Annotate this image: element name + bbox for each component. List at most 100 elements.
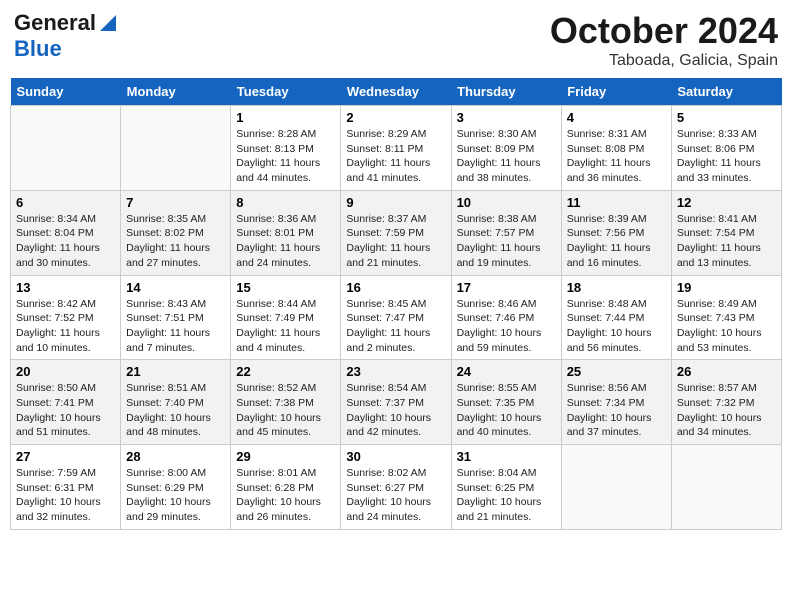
calendar-week-1: 1Sunrise: 8:28 AMSunset: 8:13 PMDaylight…: [11, 106, 782, 191]
calendar-cell: 23 Sunrise: 8:54 AMSunset: 7:37 PMDayligh…: [341, 360, 451, 445]
day-info: Sunrise: 8:01 AMSunset: 6:28 PMDaylight:…: [236, 466, 335, 525]
calendar-cell: 31 Sunrise: 8:04 AMSunset: 6:25 PMDayligh…: [451, 445, 561, 530]
day-info: Sunrise: 8:00 AMSunset: 6:29 PMDaylight:…: [126, 466, 225, 525]
title-block: October 2024 Taboada, Galicia, Spain: [550, 10, 778, 70]
calendar-header-row: SundayMondayTuesdayWednesdayThursdayFrid…: [11, 78, 782, 106]
day-info: Sunrise: 8:42 AMSunset: 7:52 PMDaylight:…: [16, 297, 115, 356]
calendar-cell: 18Sunrise: 8:48 AMSunset: 7:44 PMDayligh…: [561, 275, 671, 360]
day-number: 14: [126, 280, 225, 295]
calendar-body: 1Sunrise: 8:28 AMSunset: 8:13 PMDaylight…: [11, 106, 782, 530]
day-info: Sunrise: 8:04 AMSunset: 6:25 PMDaylight:…: [457, 466, 556, 525]
day-number: 21: [126, 364, 225, 379]
day-number: 6: [16, 195, 115, 210]
day-number: 12: [677, 195, 776, 210]
calendar-cell: 3 Sunrise: 8:30 AMSunset: 8:09 PMDaylight…: [451, 106, 561, 191]
day-info: Sunrise: 8:55 AMSunset: 7:35 PMDaylight:…: [457, 381, 556, 440]
calendar-week-5: 27 Sunrise: 7:59 AMSunset: 6:31 PMDayligh…: [11, 445, 782, 530]
day-number: 2: [346, 110, 445, 125]
day-number: 15: [236, 280, 335, 295]
day-number: 5: [677, 110, 776, 125]
calendar-cell: 2 Sunrise: 8:29 AMSunset: 8:11 PMDaylight…: [341, 106, 451, 191]
day-number: 22: [236, 364, 335, 379]
day-header-monday: Monday: [121, 78, 231, 106]
day-number: 27: [16, 449, 115, 464]
calendar-cell: 14 Sunrise: 8:43 AMSunset: 7:51 PMDayligh…: [121, 275, 231, 360]
day-number: 7: [126, 195, 225, 210]
day-info: Sunrise: 8:38 AMSunset: 7:57 PMDaylight:…: [457, 212, 556, 271]
day-number: 30: [346, 449, 445, 464]
calendar-cell: 25 Sunrise: 8:56 AMSunset: 7:34 PMDayligh…: [561, 360, 671, 445]
day-info: Sunrise: 8:33 AMSunset: 8:06 PMDaylight:…: [677, 127, 776, 186]
calendar-cell: 21Sunrise: 8:51 AMSunset: 7:40 PMDayligh…: [121, 360, 231, 445]
calendar-cell: 29 Sunrise: 8:01 AMSunset: 6:28 PMDayligh…: [231, 445, 341, 530]
calendar-cell: 22 Sunrise: 8:52 AMSunset: 7:38 PMDayligh…: [231, 360, 341, 445]
day-number: 8: [236, 195, 335, 210]
day-info: Sunrise: 8:50 AMSunset: 7:41 PMDaylight:…: [16, 381, 115, 440]
day-number: 16: [346, 280, 445, 295]
calendar-table: SundayMondayTuesdayWednesdayThursdayFrid…: [10, 78, 782, 530]
page-header: General Blue October 2024 Taboada, Galic…: [10, 10, 782, 70]
calendar-week-3: 13 Sunrise: 8:42 AMSunset: 7:52 PMDayligh…: [11, 275, 782, 360]
calendar-cell: 5 Sunrise: 8:33 AMSunset: 8:06 PMDaylight…: [671, 106, 781, 191]
day-number: 31: [457, 449, 556, 464]
day-info: Sunrise: 8:56 AMSunset: 7:34 PMDaylight:…: [567, 381, 666, 440]
day-info: Sunrise: 8:43 AMSunset: 7:51 PMDaylight:…: [126, 297, 225, 356]
day-number: 11: [567, 195, 666, 210]
day-info: Sunrise: 8:52 AMSunset: 7:38 PMDaylight:…: [236, 381, 335, 440]
day-number: 13: [16, 280, 115, 295]
day-number: 18: [567, 280, 666, 295]
calendar-cell: [561, 445, 671, 530]
day-number: 23: [346, 364, 445, 379]
calendar-cell: 4Sunrise: 8:31 AMSunset: 8:08 PMDaylight…: [561, 106, 671, 191]
day-number: 26: [677, 364, 776, 379]
day-info: Sunrise: 8:45 AMSunset: 7:47 PMDaylight:…: [346, 297, 445, 356]
calendar-cell: 8 Sunrise: 8:36 AMSunset: 8:01 PMDaylight…: [231, 190, 341, 275]
month-title: October 2024: [550, 10, 778, 52]
calendar-cell: 27 Sunrise: 7:59 AMSunset: 6:31 PMDayligh…: [11, 445, 121, 530]
day-info: Sunrise: 8:31 AMSunset: 8:08 PMDaylight:…: [567, 127, 666, 186]
day-info: Sunrise: 8:29 AMSunset: 8:11 PMDaylight:…: [346, 127, 445, 186]
logo: General Blue: [14, 10, 118, 62]
logo-arrow-icon: [98, 13, 118, 33]
day-number: 29: [236, 449, 335, 464]
calendar-cell: 26Sunrise: 8:57 AMSunset: 7:32 PMDayligh…: [671, 360, 781, 445]
calendar-cell: 15 Sunrise: 8:44 AMSunset: 7:49 PMDayligh…: [231, 275, 341, 360]
day-number: 20: [16, 364, 115, 379]
day-info: Sunrise: 7:59 AMSunset: 6:31 PMDaylight:…: [16, 466, 115, 525]
calendar-cell: 19 Sunrise: 8:49 AMSunset: 7:43 PMDayligh…: [671, 275, 781, 360]
day-header-sunday: Sunday: [11, 78, 121, 106]
day-number: 25: [567, 364, 666, 379]
day-number: 19: [677, 280, 776, 295]
calendar-cell: 30 Sunrise: 8:02 AMSunset: 6:27 PMDayligh…: [341, 445, 451, 530]
day-info: Sunrise: 8:37 AMSunset: 7:59 PMDaylight:…: [346, 212, 445, 271]
calendar-week-2: 6 Sunrise: 8:34 AMSunset: 8:04 PMDaylight…: [11, 190, 782, 275]
day-header-wednesday: Wednesday: [341, 78, 451, 106]
day-header-thursday: Thursday: [451, 78, 561, 106]
day-header-saturday: Saturday: [671, 78, 781, 106]
calendar-cell: 10Sunrise: 8:38 AMSunset: 7:57 PMDayligh…: [451, 190, 561, 275]
calendar-cell: 6 Sunrise: 8:34 AMSunset: 8:04 PMDaylight…: [11, 190, 121, 275]
day-header-tuesday: Tuesday: [231, 78, 341, 106]
location: Taboada, Galicia, Spain: [550, 52, 778, 70]
calendar-cell: 16 Sunrise: 8:45 AMSunset: 7:47 PMDayligh…: [341, 275, 451, 360]
day-number: 3: [457, 110, 556, 125]
day-info: Sunrise: 8:36 AMSunset: 8:01 PMDaylight:…: [236, 212, 335, 271]
calendar-cell: 9 Sunrise: 8:37 AMSunset: 7:59 PMDaylight…: [341, 190, 451, 275]
day-info: Sunrise: 8:44 AMSunset: 7:49 PMDaylight:…: [236, 297, 335, 356]
calendar-week-4: 20 Sunrise: 8:50 AMSunset: 7:41 PMDayligh…: [11, 360, 782, 445]
day-info: Sunrise: 8:02 AMSunset: 6:27 PMDaylight:…: [346, 466, 445, 525]
calendar-cell: 1Sunrise: 8:28 AMSunset: 8:13 PMDaylight…: [231, 106, 341, 191]
day-info: Sunrise: 8:34 AMSunset: 8:04 PMDaylight:…: [16, 212, 115, 271]
day-info: Sunrise: 8:39 AMSunset: 7:56 PMDaylight:…: [567, 212, 666, 271]
calendar-cell: [671, 445, 781, 530]
day-info: Sunrise: 8:54 AMSunset: 7:37 PMDaylight:…: [346, 381, 445, 440]
day-info: Sunrise: 8:30 AMSunset: 8:09 PMDaylight:…: [457, 127, 556, 186]
day-number: 17: [457, 280, 556, 295]
calendar-cell: 11 Sunrise: 8:39 AMSunset: 7:56 PMDayligh…: [561, 190, 671, 275]
day-number: 9: [346, 195, 445, 210]
day-info: Sunrise: 8:49 AMSunset: 7:43 PMDaylight:…: [677, 297, 776, 356]
logo-text-blue: Blue: [14, 36, 62, 61]
day-header-friday: Friday: [561, 78, 671, 106]
day-number: 1: [236, 110, 335, 125]
calendar-cell: 13 Sunrise: 8:42 AMSunset: 7:52 PMDayligh…: [11, 275, 121, 360]
